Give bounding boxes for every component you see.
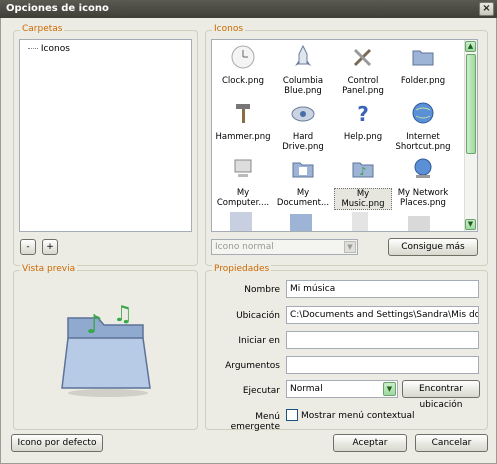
tools-icon — [353, 48, 372, 67]
icon-item[interactable]: My Computer.... — [214, 156, 272, 208]
music-folder-icon: ♪ — [352, 162, 374, 178]
partial-tools-icon — [408, 216, 430, 231]
icons-scrollbar[interactable]: ▲ ▼ — [464, 40, 477, 231]
icon-item[interactable]: Control Panel.png — [334, 44, 392, 96]
icon-item[interactable]: Internet Shortcut.png — [394, 100, 452, 152]
scroll-down-icon[interactable]: ▼ — [465, 219, 476, 230]
cancel-button[interactable]: Cancelar — [415, 434, 488, 452]
folder-icon — [412, 50, 434, 66]
icon-item[interactable]: Folder.png — [394, 44, 452, 86]
run-label: Ejecutar — [242, 386, 280, 396]
properties-title: Propiedades — [212, 264, 272, 274]
svg-text:♫: ♫ — [113, 302, 133, 327]
preview-group: Vista previa ♪ ♫ — [13, 264, 198, 430]
help-icon: ? — [357, 102, 369, 126]
svg-text:♪: ♪ — [359, 165, 366, 178]
chevron-down-icon[interactable]: ▼ — [344, 241, 356, 253]
preview-title: Vista previa — [20, 264, 78, 274]
computer-icon — [234, 159, 252, 177]
find-location-button[interactable]: Encontrar ubicación — [402, 380, 480, 410]
location-field[interactable]: C:\Documents and Settings\Sandra\Mis doc… — [286, 306, 479, 324]
icon-item[interactable]: Hammer.png — [214, 100, 272, 142]
popup-menu-label: Menú emergente — [230, 412, 280, 432]
scroll-up-icon[interactable]: ▲ — [465, 41, 476, 52]
icon-item[interactable]: Hard Drive.png — [274, 100, 332, 152]
icon-item[interactable]: Clock.png — [214, 44, 272, 86]
folders-title: Carpetas — [20, 24, 65, 34]
network-globe-icon — [414, 158, 432, 178]
start-in-field[interactable] — [286, 331, 479, 349]
chevron-down-icon[interactable]: ▼ — [383, 382, 396, 396]
icon-item[interactable]: ? Help.png — [334, 100, 392, 142]
hammer-icon — [236, 104, 250, 123]
icons-group: Iconos Clock.png Columbia Blue.png Contr… — [205, 24, 488, 266]
icon-size-select[interactable]: Icono normal ▼ — [211, 239, 358, 255]
default-icon-button[interactable]: Icono por defecto — [11, 434, 103, 452]
icon-item[interactable]: My Network Places.png — [394, 156, 452, 208]
clock-icon — [231, 45, 255, 69]
properties-group: Propiedades Nombre Mi música Ubicación C… — [205, 264, 488, 432]
get-more-button[interactable]: Consigue más — [388, 238, 478, 256]
close-button[interactable]: × — [479, 2, 494, 16]
arguments-field[interactable] — [286, 356, 479, 374]
folders-group: Carpetas Iconos - + — [13, 24, 198, 266]
name-field[interactable]: Mi música — [286, 280, 479, 298]
show-context-menu-label: Mostrar menú contextual — [301, 411, 415, 421]
partial-folder-icon — [290, 214, 312, 231]
folder-tree[interactable]: Iconos — [19, 39, 192, 232]
scroll-thumb[interactable] — [466, 54, 476, 154]
icon-item[interactable]: My Document... — [274, 156, 332, 208]
show-context-menu-checkbox[interactable] — [286, 409, 298, 421]
run-select[interactable]: Normal ▼ — [286, 380, 398, 398]
title-bar: Opciones de icono × — [0, 0, 497, 18]
globe-icon — [412, 102, 434, 124]
icon-item-selected[interactable]: ♪ My Music.png — [334, 156, 392, 210]
hard-drive-icon — [291, 106, 315, 122]
music-folder-preview-icon: ♪ ♫ — [61, 302, 151, 397]
arguments-label: Argumentos — [225, 361, 280, 371]
start-in-label: Iniciar en — [238, 336, 280, 346]
close-icon: × — [482, 3, 491, 14]
icons-grid[interactable]: Clock.png Columbia Blue.png Control Pane… — [211, 39, 478, 232]
tree-item-iconos[interactable]: Iconos — [28, 44, 70, 54]
documents-folder-icon — [292, 162, 314, 178]
icon-item[interactable]: Columbia Blue.png — [274, 44, 332, 96]
svg-text:♪: ♪ — [86, 310, 103, 340]
add-folder-button[interactable]: + — [42, 239, 58, 255]
remove-folder-button[interactable]: - — [20, 239, 36, 255]
partial-icon — [230, 212, 252, 231]
tree-item-label: Iconos — [40, 44, 70, 54]
window-title: Opciones de icono — [6, 3, 109, 14]
location-label: Ubicación — [236, 311, 280, 321]
partial-document-icon — [352, 212, 368, 231]
dialog-window: Carpetas Iconos - + Iconos Clock.png Col… — [0, 18, 497, 464]
name-label: Nombre — [244, 285, 280, 295]
icons-title: Iconos — [212, 24, 246, 34]
tree-connector — [28, 48, 38, 49]
rocket-icon — [295, 44, 311, 66]
svg-text:?: ? — [357, 102, 369, 126]
accept-button[interactable]: Aceptar — [333, 434, 407, 452]
